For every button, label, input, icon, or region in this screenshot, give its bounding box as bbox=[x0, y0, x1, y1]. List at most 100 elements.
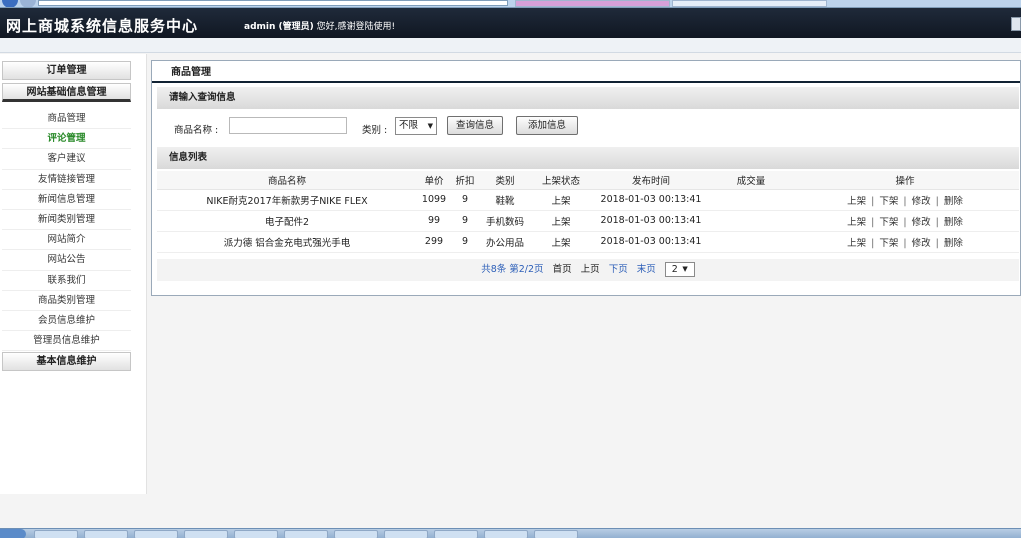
op-edit-link[interactable]: 修改 bbox=[912, 238, 931, 249]
taskbar bbox=[0, 528, 1021, 538]
cell-discount: 9 bbox=[451, 210, 479, 232]
taskbar-app[interactable] bbox=[384, 530, 428, 538]
table-header-row: 商品名称 单价 折扣 类别 上架状态 发布时间 成交量 操作 bbox=[157, 171, 1019, 190]
taskbar-app[interactable] bbox=[234, 530, 278, 538]
app-header: 网上商城系统信息服务中心 admin (管理员) 您好,感谢登陆使用! bbox=[0, 8, 1021, 38]
taskbar-app[interactable] bbox=[184, 530, 228, 538]
query-form: 商品名称 : 类别 : 不限 ▼ 查询信息 添加信息 bbox=[157, 111, 1019, 145]
chevron-down-icon: ▼ bbox=[682, 265, 688, 273]
sidebar-item-admins[interactable]: 管理员信息维护 bbox=[2, 331, 131, 352]
taskbar-app[interactable] bbox=[434, 530, 478, 538]
op-onsale-link[interactable]: 上架 bbox=[847, 238, 866, 249]
sidebar-group-orders[interactable]: 订单管理 bbox=[2, 61, 131, 80]
sidebar-item-products[interactable]: 商品管理 bbox=[2, 109, 131, 130]
welcome-message: 您好,感谢登陆使用! bbox=[316, 22, 396, 32]
op-edit-link[interactable]: 修改 bbox=[912, 196, 931, 207]
list-section-title: 信息列表 bbox=[157, 147, 1019, 169]
sidebar-item-announcement[interactable]: 网站公告 bbox=[2, 250, 131, 271]
op-onsale-link[interactable]: 上架 bbox=[847, 196, 866, 207]
cell-status: 上架 bbox=[531, 210, 591, 232]
category-select[interactable]: 不限 ▼ bbox=[395, 117, 437, 135]
op-offsale-link[interactable]: 下架 bbox=[879, 196, 898, 207]
table-row: 派力德 铝合金充电式强光手电 299 9 办公用品 上架 2018-01-03 … bbox=[157, 231, 1019, 253]
category-label: 类别 : bbox=[362, 125, 388, 136]
sidebar-item-product-categories[interactable]: 商品类别管理 bbox=[2, 291, 131, 311]
sidebar-item-news-categories[interactable]: 新闻类别管理 bbox=[2, 210, 131, 231]
sidebar-item-members[interactable]: 会员信息维护 bbox=[2, 311, 131, 332]
sidebar-items: 商品管理 评论管理 客户建议 友情链接管理 新闻信息管理 新闻类别管理 网站简介… bbox=[2, 109, 131, 352]
op-onsale-link[interactable]: 上架 bbox=[847, 217, 866, 228]
cell-status: 上架 bbox=[531, 231, 591, 253]
sidebar-item-comments[interactable]: 评论管理 bbox=[2, 129, 131, 150]
page-title: 商品管理 bbox=[152, 61, 1020, 83]
cell-name: NIKE耐克2017年新款男子NIKE FLEX bbox=[157, 189, 417, 211]
browser-tab-2[interactable] bbox=[672, 0, 827, 7]
cell-status: 上架 bbox=[531, 189, 591, 211]
sidebar-item-contact[interactable]: 联系我们 bbox=[2, 271, 131, 291]
cell-sales bbox=[711, 189, 791, 211]
cell-discount: 9 bbox=[451, 189, 479, 211]
col-header-time: 发布时间 bbox=[591, 171, 711, 190]
cell-category: 手机数码 bbox=[479, 210, 531, 232]
op-delete-link[interactable]: 删除 bbox=[944, 238, 963, 249]
op-delete-link[interactable]: 删除 bbox=[944, 196, 963, 207]
op-offsale-link[interactable]: 下架 bbox=[879, 238, 898, 249]
sidebar-group-site-info[interactable]: 网站基础信息管理 bbox=[2, 83, 131, 102]
taskbar-app[interactable] bbox=[34, 530, 78, 538]
page-select[interactable]: 2 ▼ bbox=[664, 262, 695, 277]
cell-name: 派力德 铝合金充电式强光手电 bbox=[157, 231, 417, 253]
welcome-text: admin (管理员) 您好,感谢登陆使用! bbox=[244, 19, 395, 32]
cell-time: 2018-01-03 00:13:41 bbox=[591, 231, 711, 253]
pager-last-link[interactable]: 末页 bbox=[637, 264, 656, 275]
cell-category: 鞋靴 bbox=[479, 189, 531, 211]
col-header-status: 上架状态 bbox=[531, 171, 591, 190]
taskbar-app[interactable] bbox=[84, 530, 128, 538]
product-name-label: 商品名称 : bbox=[174, 125, 219, 136]
op-delete-link[interactable]: 删除 bbox=[944, 217, 963, 228]
cell-ops: 上架 | 下架 | 修改 | 删除 bbox=[791, 231, 1019, 253]
cell-time: 2018-01-03 00:13:41 bbox=[591, 210, 711, 232]
browser-tab-1[interactable] bbox=[515, 0, 670, 7]
cell-ops: 上架 | 下架 | 修改 | 删除 bbox=[791, 189, 1019, 211]
logout-button[interactable] bbox=[1011, 17, 1021, 31]
add-button[interactable]: 添加信息 bbox=[516, 116, 578, 135]
sidebar-item-about[interactable]: 网站简介 bbox=[2, 230, 131, 251]
sidebar-group-basic-info[interactable]: 基本信息维护 bbox=[2, 352, 131, 371]
start-button[interactable] bbox=[0, 529, 26, 538]
taskbar-app[interactable] bbox=[134, 530, 178, 538]
col-header-category: 类别 bbox=[479, 171, 531, 190]
sidebar-item-news[interactable]: 新闻信息管理 bbox=[2, 190, 131, 210]
taskbar-app[interactable] bbox=[334, 530, 378, 538]
browser-chrome bbox=[0, 0, 1021, 8]
cell-price: 99 bbox=[417, 210, 451, 232]
back-icon[interactable] bbox=[2, 0, 18, 7]
pager-next-link[interactable]: 下页 bbox=[609, 264, 628, 275]
pager-first-link[interactable]: 首页 bbox=[553, 264, 572, 275]
product-name-input[interactable] bbox=[229, 117, 347, 134]
forward-icon[interactable] bbox=[20, 0, 36, 7]
product-table: 商品名称 单价 折扣 类别 上架状态 发布时间 成交量 操作 NIKE耐克201… bbox=[157, 171, 1019, 253]
current-user: admin (管理员) bbox=[244, 22, 314, 32]
cell-name: 电子配件2 bbox=[157, 210, 417, 232]
cell-price: 299 bbox=[417, 231, 451, 253]
sidebar-item-suggestions[interactable]: 客户建议 bbox=[2, 149, 131, 170]
pager-summary: 共8条 第2/2页 bbox=[481, 264, 544, 275]
taskbar-app[interactable] bbox=[484, 530, 528, 538]
sub-bar bbox=[0, 38, 1021, 53]
address-bar[interactable] bbox=[38, 0, 508, 6]
col-header-price: 单价 bbox=[417, 171, 451, 190]
query-button[interactable]: 查询信息 bbox=[447, 116, 503, 135]
pager-prev-link[interactable]: 上页 bbox=[581, 264, 600, 275]
cell-price: 1099 bbox=[417, 189, 451, 211]
op-edit-link[interactable]: 修改 bbox=[912, 217, 931, 228]
taskbar-app[interactable] bbox=[534, 530, 578, 538]
cell-sales bbox=[711, 210, 791, 232]
cell-ops: 上架 | 下架 | 修改 | 删除 bbox=[791, 210, 1019, 232]
sidebar-item-links[interactable]: 友情链接管理 bbox=[2, 170, 131, 190]
op-offsale-link[interactable]: 下架 bbox=[879, 217, 898, 228]
cell-category: 办公用品 bbox=[479, 231, 531, 253]
main-panel: 商品管理 请输入查询信息 商品名称 : 类别 : 不限 ▼ 查询信息 添加信息 … bbox=[151, 60, 1021, 296]
taskbar-app[interactable] bbox=[284, 530, 328, 538]
cell-discount: 9 bbox=[451, 231, 479, 253]
col-header-sales: 成交量 bbox=[711, 171, 791, 190]
